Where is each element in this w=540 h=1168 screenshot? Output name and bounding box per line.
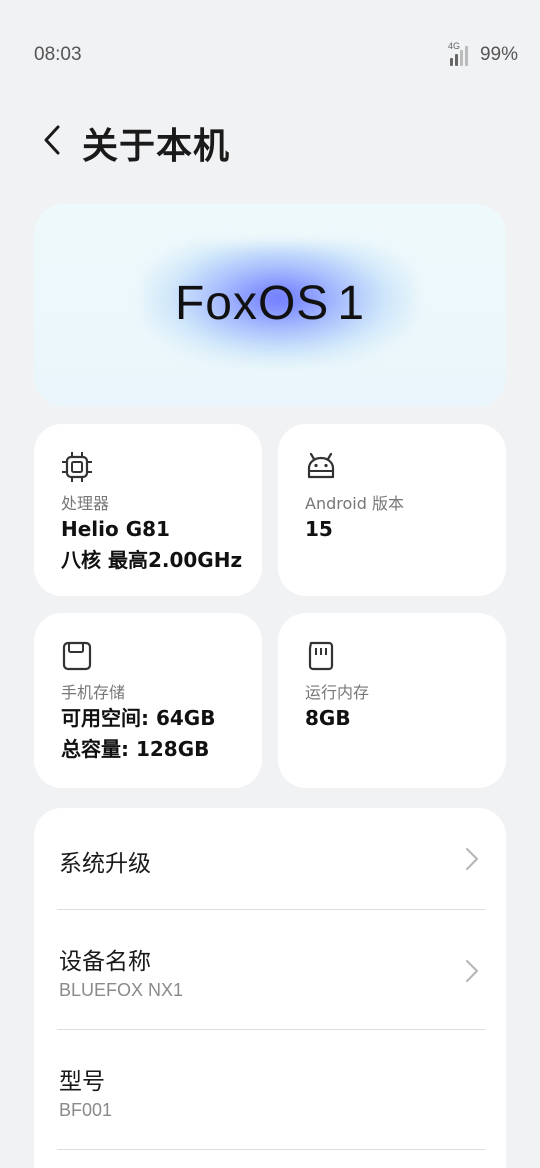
battery-level: 99% bbox=[479, 44, 518, 65]
settings-list: 系统升级 设备名称 BLUEFOX NX1 型号 BF001 bbox=[34, 808, 506, 1168]
ram-card[interactable]: 运行内存 8GB bbox=[278, 613, 506, 788]
divider bbox=[57, 1149, 485, 1150]
android-version-value: 15 bbox=[305, 517, 333, 541]
storage-card[interactable]: 手机存储 可用空间: 64GB 总容量: 128GB bbox=[34, 613, 262, 788]
android-version-label: Android 版本 bbox=[305, 494, 404, 513]
os-logo: FoxOS 1 bbox=[34, 276, 506, 331]
device-name-title: 设备名称 bbox=[59, 949, 151, 975]
processor-label: 处理器 bbox=[61, 494, 110, 513]
storage-total: 总容量: 128GB bbox=[61, 737, 210, 761]
device-name-value: BLUEFOX NX1 bbox=[59, 980, 184, 1000]
storage-label: 手机存储 bbox=[61, 683, 126, 702]
network-type: 4G bbox=[447, 41, 460, 51]
storage-icon bbox=[62, 641, 92, 671]
processor-value: Helio G81 八核 最高2.00GHz bbox=[61, 514, 242, 576]
processor-card[interactable]: 处理器 Helio G81 八核 最高2.00GHz bbox=[34, 424, 262, 596]
memory-card-icon bbox=[308, 641, 334, 671]
ram-label: 运行内存 bbox=[305, 683, 370, 702]
os-logo-version: 1 bbox=[337, 277, 366, 330]
model-value: BF001 bbox=[59, 1100, 113, 1120]
chevron-right-icon bbox=[466, 848, 478, 870]
cellular-signal-icon: 4G bbox=[447, 41, 472, 66]
model-title: 型号 bbox=[59, 1069, 105, 1095]
system-upgrade-title: 系统升级 bbox=[59, 851, 151, 877]
os-banner: FoxOS 1 bbox=[34, 204, 506, 407]
list-item-system-upgrade[interactable]: 系统升级 bbox=[34, 808, 506, 909]
processor-cores: 八核 最高2.00GHz bbox=[61, 548, 243, 572]
list-item-device-name[interactable]: 设备名称 BLUEFOX NX1 bbox=[34, 910, 506, 1029]
chevron-left-icon bbox=[44, 125, 60, 155]
status-time: 08:03 bbox=[34, 44, 82, 65]
status-bar: 08:03 4G 99% bbox=[0, 0, 540, 110]
android-version-card[interactable]: Android 版本 15 bbox=[278, 424, 506, 596]
status-indicators: 4G 99% bbox=[447, 41, 518, 66]
chevron-right-icon bbox=[466, 960, 478, 982]
list-item-model[interactable]: 型号 BF001 bbox=[34, 1030, 506, 1149]
ram-value: 8GB bbox=[305, 706, 351, 730]
processor-model: Helio G81 bbox=[61, 517, 170, 541]
storage-available: 可用空间: 64GB bbox=[61, 706, 216, 730]
page-title: 关于本机 bbox=[82, 126, 231, 167]
about-phone-screen: 08:03 4G 99% 关于本机 FoxOS 1 处理器 Helio G81 … bbox=[0, 0, 540, 1168]
storage-value: 可用空间: 64GB 总容量: 128GB bbox=[61, 703, 215, 765]
back-button[interactable] bbox=[30, 118, 74, 162]
os-logo-text: FoxOS bbox=[174, 277, 330, 330]
header: 关于本机 bbox=[0, 112, 540, 168]
android-icon bbox=[307, 452, 335, 479]
chip-icon bbox=[62, 452, 92, 482]
